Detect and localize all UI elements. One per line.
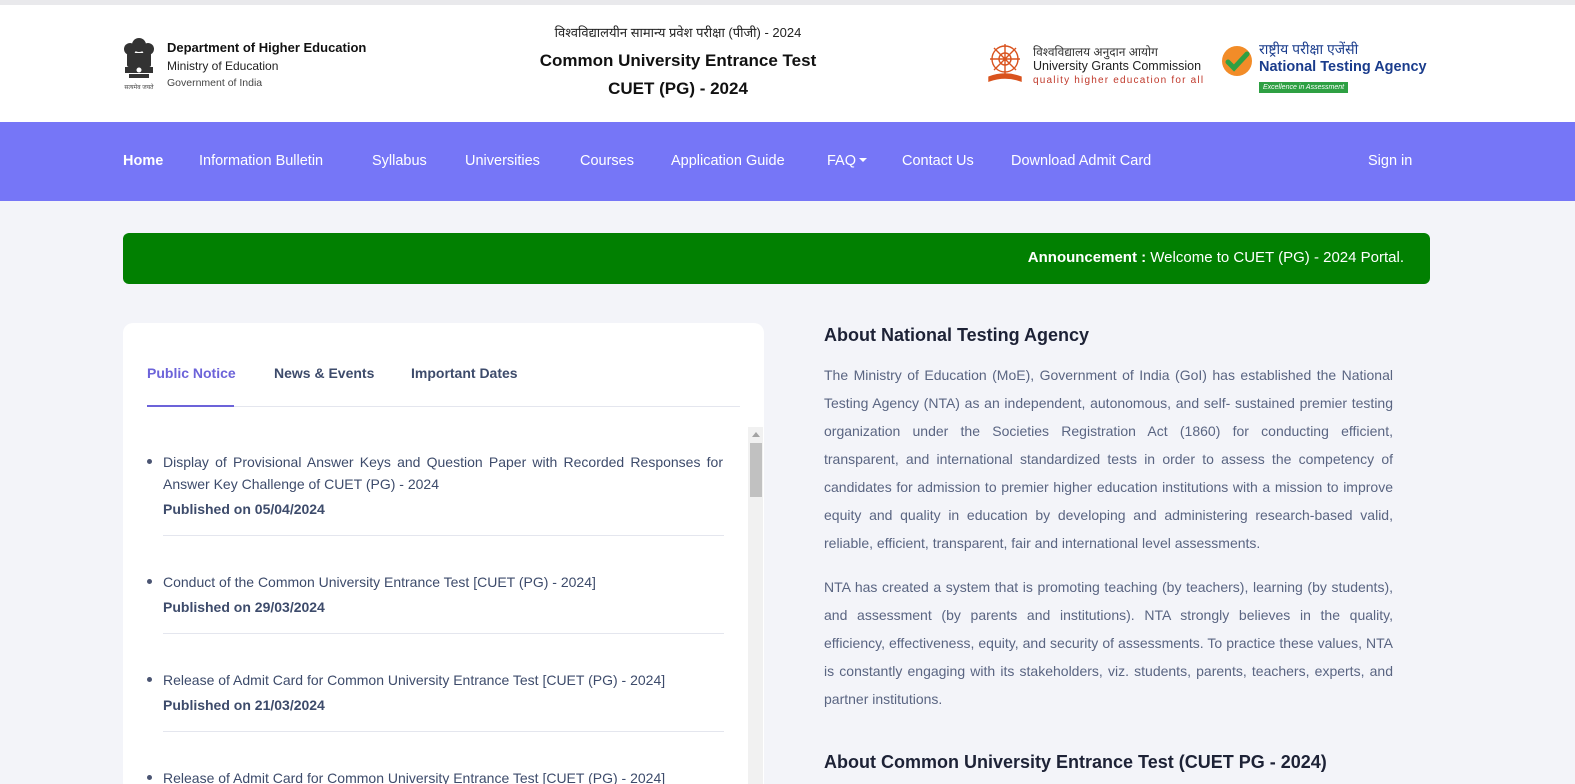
- tab-important-dates[interactable]: Important Dates: [411, 365, 518, 381]
- list-item: Release of Admit Card for Common Univers…: [147, 767, 723, 784]
- about-cuet-heading: About Common University Entrance Test (C…: [824, 752, 1327, 772]
- nav-home[interactable]: Home: [123, 152, 163, 170]
- bullet: [147, 677, 152, 682]
- published-date: Published on 05/04/2024: [163, 501, 325, 517]
- nav-application-guide[interactable]: Application Guide: [671, 152, 785, 170]
- nav-information-bulletin[interactable]: Information Bulletin: [199, 152, 323, 170]
- site-title: विश्वविद्यालयीन सामान्य प्रवेश परीक्षा (…: [478, 23, 878, 103]
- nta-block: राष्ट्रीय परीक्षा एजेंसी National Testin…: [1259, 40, 1427, 94]
- notice-list: Display of Provisional Answer Keys and Q…: [147, 427, 748, 784]
- nta-tagline: Excellence in Assessment: [1259, 82, 1349, 93]
- nav-faq-dropdown[interactable]: FAQ: [827, 152, 868, 170]
- hindi-title: विश्वविद्यालयीन सामान्य प्रवेश परीक्षा (…: [554, 25, 802, 40]
- ugc-hindi: विश्वविद्यालय अनुदान आयोग: [1033, 45, 1158, 59]
- nav-faq-label: FAQ: [827, 153, 857, 169]
- nav-universities[interactable]: Universities: [465, 152, 540, 170]
- sign-in-link[interactable]: Sign in: [1368, 152, 1412, 170]
- notice-link[interactable]: Conduct of the Common University Entranc…: [163, 571, 723, 593]
- nta-logo-icon: [1222, 46, 1252, 76]
- ugc-tagline: quality higher education for all: [1033, 75, 1205, 86]
- notice-link[interactable]: Release of Admit Card for Common Univers…: [163, 767, 723, 784]
- ugc-name: University Grants Commission: [1033, 59, 1202, 73]
- list-item: Display of Provisional Answer Keys and Q…: [147, 451, 724, 536]
- nta-hindi: राष्ट्रीय परीक्षा एजेंसी: [1259, 41, 1359, 57]
- main-nav: Home Information Bulletin Syllabus Unive…: [0, 122, 1575, 201]
- announcement-label: Announcement :: [1027, 249, 1147, 266]
- nta-name: National Testing Agency: [1259, 59, 1427, 75]
- nav-download-admit-card[interactable]: Download Admit Card: [1011, 152, 1151, 170]
- nav-syllabus[interactable]: Syllabus: [372, 152, 427, 170]
- about-nta-heading: About National Testing Agency: [824, 325, 1090, 345]
- divider: [163, 633, 724, 634]
- notice-card: Public Notice News & Events Important Da…: [123, 323, 764, 784]
- bullet: [147, 579, 152, 584]
- about-nta-section: About National Testing Agency The Minist…: [824, 322, 1393, 713]
- department-block: Department of Higher Education Ministry …: [167, 39, 366, 91]
- notice-tabs: Public Notice News & Events Important Da…: [147, 323, 740, 407]
- nav-contact-us[interactable]: Contact Us: [902, 152, 974, 170]
- scrollbar-thumb[interactable]: [750, 443, 762, 497]
- government-name: Government of India: [167, 77, 263, 89]
- tab-public-notice[interactable]: Public Notice: [147, 365, 236, 381]
- announcement-text: Announcement : Welcome to CUET (PG) - 20…: [1028, 249, 1404, 266]
- active-tab-indicator: [147, 405, 234, 407]
- ugc-logo-icon: [988, 44, 1022, 83]
- bullet: [147, 775, 152, 780]
- about-nta-paragraph-2: NTA has created a system that is promoti…: [824, 579, 1393, 707]
- announcement-bar: Announcement : Welcome to CUET (PG) - 20…: [123, 233, 1430, 284]
- ministry-name: Ministry of Education: [167, 59, 279, 73]
- divider: [163, 731, 724, 732]
- title-line-1: Common University Entrance Test: [539, 51, 817, 70]
- list-item: Release of Admit Card for Common Univers…: [147, 669, 724, 732]
- published-date: Published on 21/03/2024: [163, 697, 325, 713]
- title-line-2: CUET (PG) - 2024: [608, 79, 748, 98]
- notice-link[interactable]: Release of Admit Card for Common Univers…: [163, 669, 723, 691]
- ugc-block: विश्वविद्यालय अनुदान आयोग University Gra…: [1033, 45, 1204, 87]
- published-date: Published on 29/03/2024: [163, 599, 325, 615]
- announcement-message: Welcome to CUET (PG) - 2024 Portal.: [1146, 249, 1404, 266]
- notice-link[interactable]: Display of Provisional Answer Keys and Q…: [163, 451, 723, 495]
- chevron-down-icon: [859, 158, 868, 162]
- tab-news-events[interactable]: News & Events: [274, 365, 374, 381]
- scroll-up-arrow-icon[interactable]: [752, 432, 760, 437]
- site-header: सत्यमेव जयते Department of Higher Educat…: [0, 5, 1575, 122]
- emblem-caption: सत्यमेव जयते: [124, 85, 154, 91]
- divider: [163, 535, 724, 536]
- list-item: Conduct of the Common University Entranc…: [147, 571, 724, 634]
- about-nta-paragraph-1: The Ministry of Education (MoE), Governm…: [824, 367, 1393, 551]
- bullet: [147, 459, 152, 464]
- nav-courses[interactable]: Courses: [580, 152, 634, 170]
- department-name: Department of Higher Education: [167, 40, 367, 55]
